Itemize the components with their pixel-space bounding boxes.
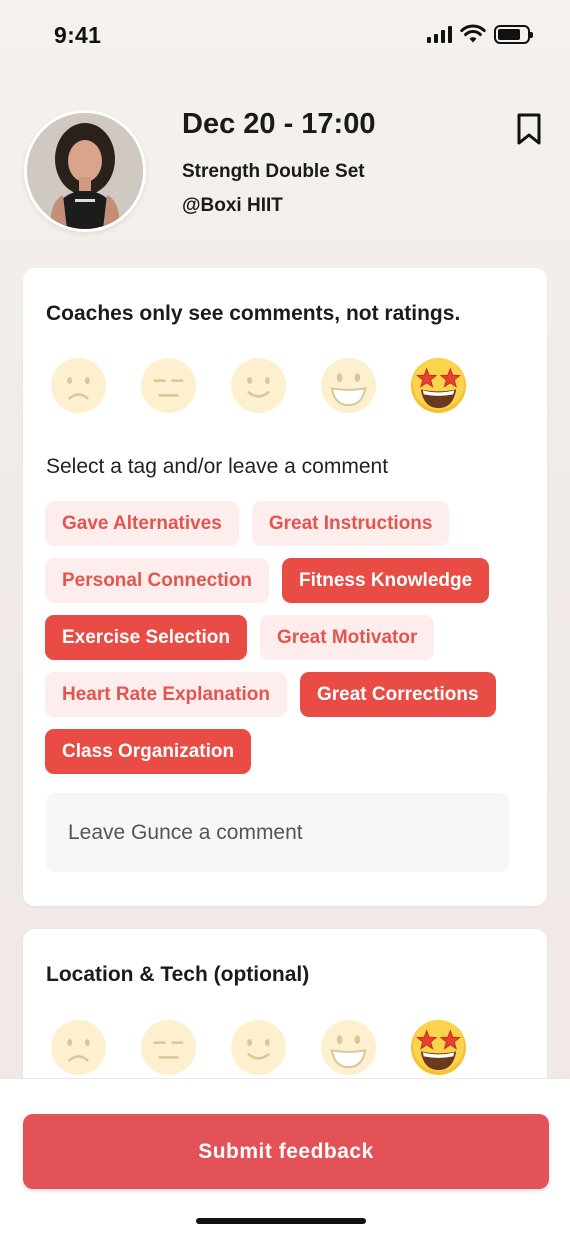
tag-heart-rate-explanation[interactable]: Heart Rate Explanation: [45, 672, 287, 717]
status-time: 9:41: [54, 22, 102, 48]
slightly-smiling-face-icon[interactable]: [229, 1018, 288, 1077]
tag-gave-alternatives[interactable]: Gave Alternatives: [45, 501, 239, 546]
home-indicator: [196, 1218, 366, 1224]
coach-feedback-card: Coaches only see comments, not ratings. …: [23, 268, 547, 906]
tag-prompt: Select a tag and/or leave a comment: [46, 455, 389, 478]
tag-great-instructions[interactable]: Great Instructions: [251, 501, 450, 546]
wifi-icon: [460, 24, 486, 43]
slightly-smiling-face-icon[interactable]: [229, 356, 288, 415]
status-bar: 9:41: [0, 0, 570, 70]
grinning-face-icon[interactable]: [319, 356, 378, 415]
frowning-face-icon[interactable]: [49, 356, 108, 415]
coach-rating-row: [49, 356, 468, 415]
bookmark-icon[interactable]: [514, 112, 544, 146]
tag-list: Gave Alternatives Great Instructions Perso…: [45, 501, 535, 774]
grinning-face-icon[interactable]: [319, 1018, 378, 1077]
submit-feedback-button[interactable]: Submit feedback: [23, 1114, 549, 1189]
class-date-time: Dec 20 - 17:00: [182, 108, 376, 140]
tag-great-corrections[interactable]: Great Corrections: [300, 672, 496, 717]
status-icons: [427, 24, 533, 44]
neutral-face-icon[interactable]: [139, 1018, 198, 1077]
bottom-bar: Submit feedback: [0, 1078, 570, 1239]
cellular-signal-icon: [427, 25, 452, 43]
class-name: Strength Double Set: [182, 161, 365, 182]
coach-avatar[interactable]: [24, 110, 146, 232]
battery-icon: [494, 24, 533, 44]
frowning-face-icon[interactable]: [49, 1018, 108, 1077]
location-rating-row: [49, 1018, 468, 1077]
star-struck-face-icon[interactable]: [409, 1018, 468, 1077]
comment-input[interactable]: Leave Gunce a comment: [46, 793, 509, 872]
tag-personal-connection[interactable]: Personal Connection: [45, 558, 270, 603]
tag-class-organization[interactable]: Class Organization: [45, 729, 252, 774]
studio-name[interactable]: @Boxi HIIT: [182, 195, 283, 217]
tag-exercise-selection[interactable]: Exercise Selection: [45, 615, 247, 660]
tag-great-motivator[interactable]: Great Motivator: [259, 615, 435, 660]
star-struck-face-icon[interactable]: [409, 356, 468, 415]
tag-fitness-knowledge[interactable]: Fitness Knowledge: [282, 558, 490, 603]
location-card-title: Location & Tech (optional): [46, 963, 310, 986]
coach-card-title: Coaches only see comments, not ratings.: [46, 302, 461, 325]
neutral-face-icon[interactable]: [139, 356, 198, 415]
